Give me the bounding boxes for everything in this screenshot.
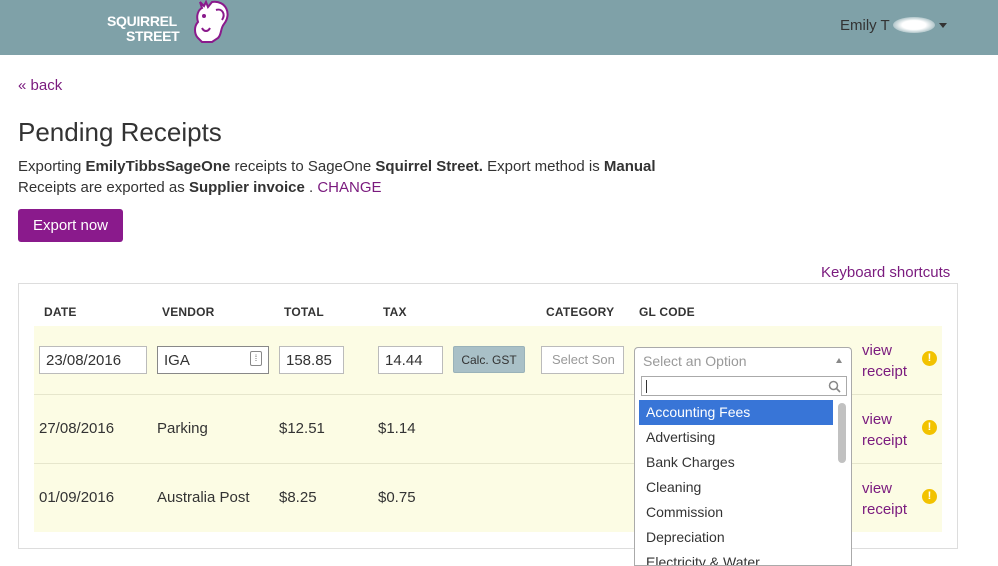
export-info-line: Exporting EmilyTibbsSageOne receipts to …	[18, 158, 656, 175]
row-tax: $0.75	[378, 489, 416, 506]
back-link[interactable]: « back	[18, 77, 62, 94]
gl-code-dropdown: Accounting Fees Advertising Bank Charges…	[634, 373, 852, 566]
dropdown-options: Accounting Fees Advertising Bank Charges…	[639, 400, 833, 565]
header-total: TOTAL	[284, 305, 324, 319]
category-select[interactable]: Select Son	[541, 346, 624, 374]
row-total: $12.51	[279, 420, 325, 437]
info-text: receipts to SageOne	[230, 158, 376, 175]
export-type: Supplier invoice	[188, 179, 305, 196]
dropdown-option[interactable]: Commission	[639, 500, 833, 525]
export-type-line: Receipts are exported as Supplier invoic…	[18, 179, 382, 196]
header-tax: TAX	[383, 305, 407, 319]
view-link-line-1: view	[862, 411, 893, 428]
row-date: 01/09/2016	[39, 489, 115, 506]
export-method: Manual	[603, 158, 656, 175]
view-receipt-link[interactable]: view receipt	[862, 478, 907, 520]
dropdown-option[interactable]: Bank Charges	[639, 450, 833, 475]
dropdown-scrollbar[interactable]	[838, 403, 846, 463]
user-menu[interactable]: Emily T	[840, 14, 947, 36]
dropdown-option[interactable]: Electricity & Water	[639, 550, 833, 565]
header-date: DATE	[44, 305, 77, 319]
view-link-line-2: receipt	[862, 432, 908, 449]
account-name: EmilyTibbsSageOne	[85, 158, 231, 175]
info-text: Receipts are exported as	[18, 179, 189, 196]
gl-select-placeholder: Select an Option	[643, 353, 747, 369]
dropdown-option[interactable]: Cleaning	[639, 475, 833, 500]
info-text: .	[304, 179, 318, 196]
view-link-line-1: view	[862, 342, 893, 359]
view-receipt-link[interactable]: view receipt	[862, 340, 907, 382]
dropdown-option[interactable]: Depreciation	[639, 525, 833, 550]
total-input[interactable]	[279, 346, 344, 374]
view-link-line-2: receipt	[862, 501, 908, 518]
change-link[interactable]: CHANGE	[317, 179, 381, 196]
row-date: 27/08/2016	[39, 420, 115, 437]
chevron-up-icon	[836, 358, 842, 363]
logo-line-1: SQUIRREL	[107, 13, 177, 29]
squirrel-street-logo[interactable]: SQUIRREL STREET	[107, 0, 232, 48]
redacted-surname	[892, 17, 935, 33]
gl-code-select[interactable]: Select an Option	[634, 347, 852, 374]
view-receipt-link[interactable]: view receipt	[862, 409, 907, 451]
page-title: Pending Receipts	[18, 117, 222, 147]
top-navbar: SQUIRREL STREET Emily T	[0, 0, 998, 55]
tax-input[interactable]	[378, 346, 443, 374]
organisation-name: Squirrel Street.	[375, 158, 483, 175]
logo-line-2: STREET	[126, 28, 180, 44]
warning-icon[interactable]: !	[922, 420, 937, 435]
text-cursor	[646, 380, 647, 393]
header-category: CATEGORY	[546, 305, 615, 319]
header-gl-code: GL CODE	[639, 305, 695, 319]
user-name: Emily T	[840, 16, 890, 34]
info-text: Exporting	[18, 158, 86, 175]
search-icon	[828, 380, 841, 393]
warning-icon[interactable]: !	[922, 489, 937, 504]
view-link-line-2: receipt	[862, 363, 908, 380]
view-link-line-1: view	[862, 480, 893, 497]
calc-gst-button[interactable]: Calc. GST	[453, 346, 525, 373]
contact-card-icon[interactable]: ⁞	[250, 351, 262, 366]
logo-wordmark: SQUIRREL STREET	[107, 13, 180, 44]
row-vendor: Parking	[157, 420, 208, 437]
dropdown-search-input[interactable]	[641, 376, 847, 396]
row-total: $8.25	[279, 489, 317, 506]
export-now-button[interactable]: Export now	[18, 209, 123, 242]
date-input[interactable]	[39, 346, 147, 374]
row-vendor: Australia Post	[157, 489, 250, 506]
dropdown-option[interactable]: Advertising	[639, 425, 833, 450]
keyboard-shortcuts-link[interactable]: Keyboard shortcuts	[821, 264, 950, 281]
squirrel-logo-icon	[194, 0, 229, 43]
warning-icon[interactable]: !	[922, 351, 937, 366]
caret-down-icon	[938, 22, 947, 28]
info-text: Export method is	[482, 158, 604, 175]
header-vendor: VENDOR	[162, 305, 215, 319]
dropdown-option[interactable]: Accounting Fees	[639, 400, 833, 425]
row-tax: $1.14	[378, 420, 416, 437]
